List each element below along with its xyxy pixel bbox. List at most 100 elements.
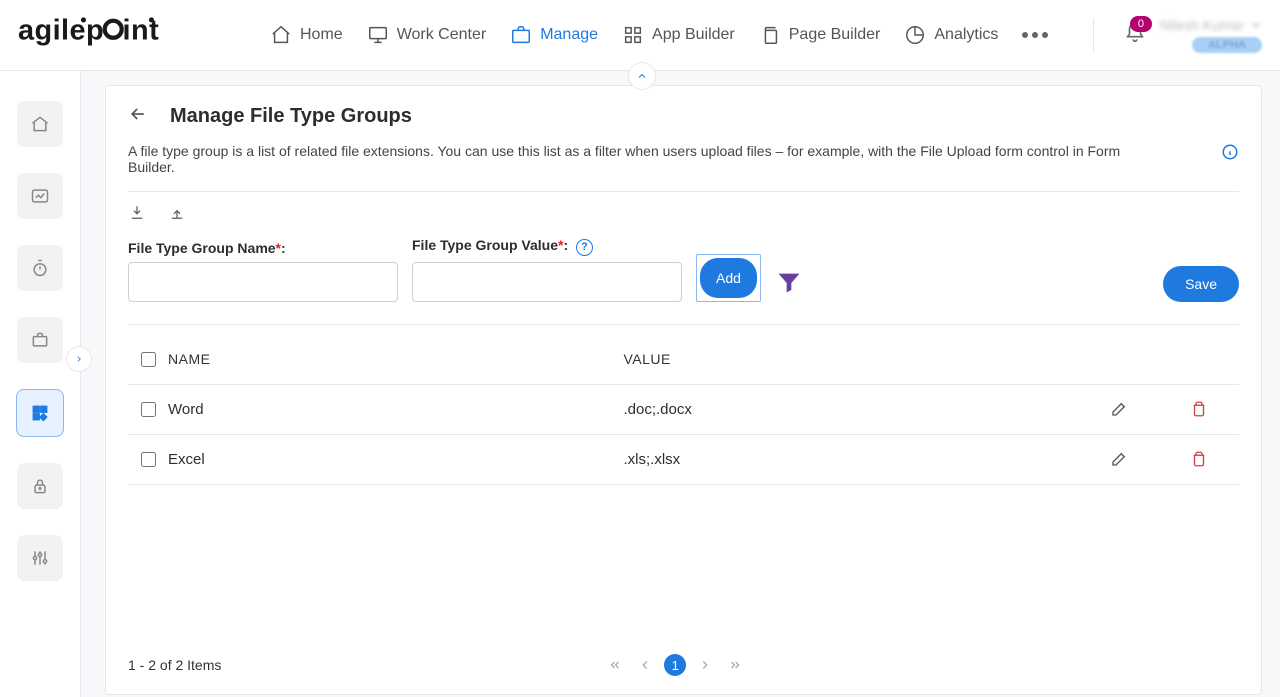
- page-card: Manage File Type Groups A file type grou…: [105, 85, 1262, 695]
- value-help-button[interactable]: ?: [576, 239, 593, 256]
- pager-prev[interactable]: [634, 654, 656, 676]
- nav-more[interactable]: [1022, 32, 1048, 38]
- logo: agilep int: [18, 14, 205, 56]
- table-header-row: NAME VALUE: [128, 335, 1239, 385]
- pager: 1: [221, 654, 1129, 676]
- stopwatch-icon: [30, 258, 50, 278]
- rail-expand-button[interactable]: [66, 346, 92, 372]
- nav-analytics[interactable]: Analytics: [904, 24, 998, 46]
- nav-page-builder[interactable]: Page Builder: [759, 24, 881, 46]
- edit-button[interactable]: [1079, 400, 1159, 418]
- back-button[interactable]: [128, 104, 148, 129]
- top-nav: agilep int Home Work Center Manage App B…: [0, 0, 1280, 71]
- pencil-icon: [1110, 450, 1128, 468]
- filter-icon: [775, 269, 803, 297]
- rail-reports[interactable]: [17, 173, 63, 219]
- nav-app-builder[interactable]: App Builder: [622, 24, 735, 46]
- rail-settings[interactable]: [17, 535, 63, 581]
- chevron-up-icon: [636, 70, 648, 82]
- edit-button[interactable]: [1079, 450, 1159, 468]
- briefcase-icon: [30, 330, 50, 350]
- alpha-badge: ALPHA: [1192, 37, 1262, 53]
- nav-label: Home: [300, 26, 343, 44]
- pager-first[interactable]: [604, 654, 626, 676]
- add-group-form: File Type Group Name*: File Type Group V…: [128, 237, 1239, 325]
- nav-label: Manage: [540, 26, 598, 44]
- add-button[interactable]: Add: [700, 258, 757, 298]
- nav-tabs: Home Work Center Manage App Builder Page…: [270, 24, 1063, 46]
- info-button[interactable]: [1221, 143, 1239, 166]
- pager-info: 1 - 2 of 2 Items: [128, 657, 221, 673]
- delete-button[interactable]: [1159, 450, 1239, 468]
- import-export-toolbar: [128, 204, 1239, 227]
- monitor-icon: [367, 24, 389, 46]
- nav-manage[interactable]: Manage: [510, 24, 598, 46]
- rail-scheduler[interactable]: [17, 245, 63, 291]
- rail-apps[interactable]: [16, 389, 64, 437]
- grid-icon: [622, 24, 644, 46]
- logo-icon: agilep int: [18, 14, 205, 48]
- pager-last[interactable]: [724, 654, 746, 676]
- divider: [1093, 18, 1094, 52]
- left-rail: [0, 71, 81, 697]
- save-button[interactable]: Save: [1163, 266, 1239, 302]
- select-all-checkbox[interactable]: [141, 352, 156, 367]
- chart-icon: [30, 186, 50, 206]
- table-row: Word .doc;.docx: [128, 385, 1239, 435]
- chevron-right-icon: [698, 658, 712, 672]
- pager-next[interactable]: [694, 654, 716, 676]
- row-checkbox[interactable]: [141, 452, 156, 467]
- pager-page-1[interactable]: 1: [664, 654, 686, 676]
- group-name-label: File Type Group Name*:: [128, 240, 398, 256]
- trash-icon: [1190, 450, 1208, 468]
- upload-icon: [168, 204, 186, 222]
- row-checkbox[interactable]: [141, 402, 156, 417]
- table-footer: 1 - 2 of 2 Items 1: [128, 624, 1239, 676]
- group-value-label: File Type Group Value*: ?: [412, 237, 682, 256]
- chevron-right-icon: [74, 354, 84, 364]
- group-name-input[interactable]: [128, 262, 398, 302]
- notifications-button[interactable]: 0: [1124, 22, 1146, 49]
- nav-label: Work Center: [397, 26, 487, 44]
- chevrons-right-icon: [728, 658, 742, 672]
- user-cluster: 0 Nilesh Kumar ALPHA: [1124, 17, 1262, 53]
- home-icon: [270, 24, 292, 46]
- nav-home[interactable]: Home: [270, 24, 343, 46]
- table-row: Excel .xls;.xlsx: [128, 435, 1239, 485]
- rail-security[interactable]: [17, 463, 63, 509]
- collapse-topbar-button[interactable]: [628, 62, 656, 90]
- nav-work-center[interactable]: Work Center: [367, 24, 487, 46]
- col-name: NAME: [168, 351, 624, 367]
- pie-icon: [904, 24, 926, 46]
- svg-text:agilep: agilep: [18, 15, 104, 47]
- chevron-down-icon: [1250, 19, 1262, 31]
- upload-button[interactable]: [168, 204, 186, 227]
- user-menu[interactable]: Nilesh Kumar ALPHA: [1160, 17, 1262, 53]
- nav-label: App Builder: [652, 26, 735, 44]
- col-value: VALUE: [624, 351, 1080, 367]
- nav-label: Page Builder: [789, 26, 881, 44]
- download-icon: [128, 204, 146, 222]
- cell-value: .xls;.xlsx: [624, 451, 1080, 468]
- chevrons-left-icon: [608, 658, 622, 672]
- notifications-count: 0: [1130, 16, 1152, 32]
- copy-icon: [759, 24, 781, 46]
- page-description: A file type group is a list of related f…: [128, 143, 1128, 175]
- cell-name: Word: [168, 401, 624, 418]
- more-icon: [1022, 32, 1048, 38]
- cell-name: Excel: [168, 451, 624, 468]
- sliders-icon: [30, 548, 50, 568]
- file-type-table: NAME VALUE Word .doc;.docx Excel .xls;.x…: [128, 335, 1239, 485]
- group-value-input[interactable]: [412, 262, 682, 302]
- page-title: Manage File Type Groups: [170, 105, 412, 128]
- pencil-icon: [1110, 400, 1128, 418]
- trash-icon: [1190, 400, 1208, 418]
- download-button[interactable]: [128, 204, 146, 227]
- cell-value: .doc;.docx: [624, 401, 1080, 418]
- filter-button[interactable]: [775, 269, 803, 302]
- delete-button[interactable]: [1159, 400, 1239, 418]
- lock-icon: [30, 476, 50, 496]
- info-icon: [1221, 143, 1239, 161]
- rail-jobs[interactable]: [17, 317, 63, 363]
- rail-home[interactable]: [17, 101, 63, 147]
